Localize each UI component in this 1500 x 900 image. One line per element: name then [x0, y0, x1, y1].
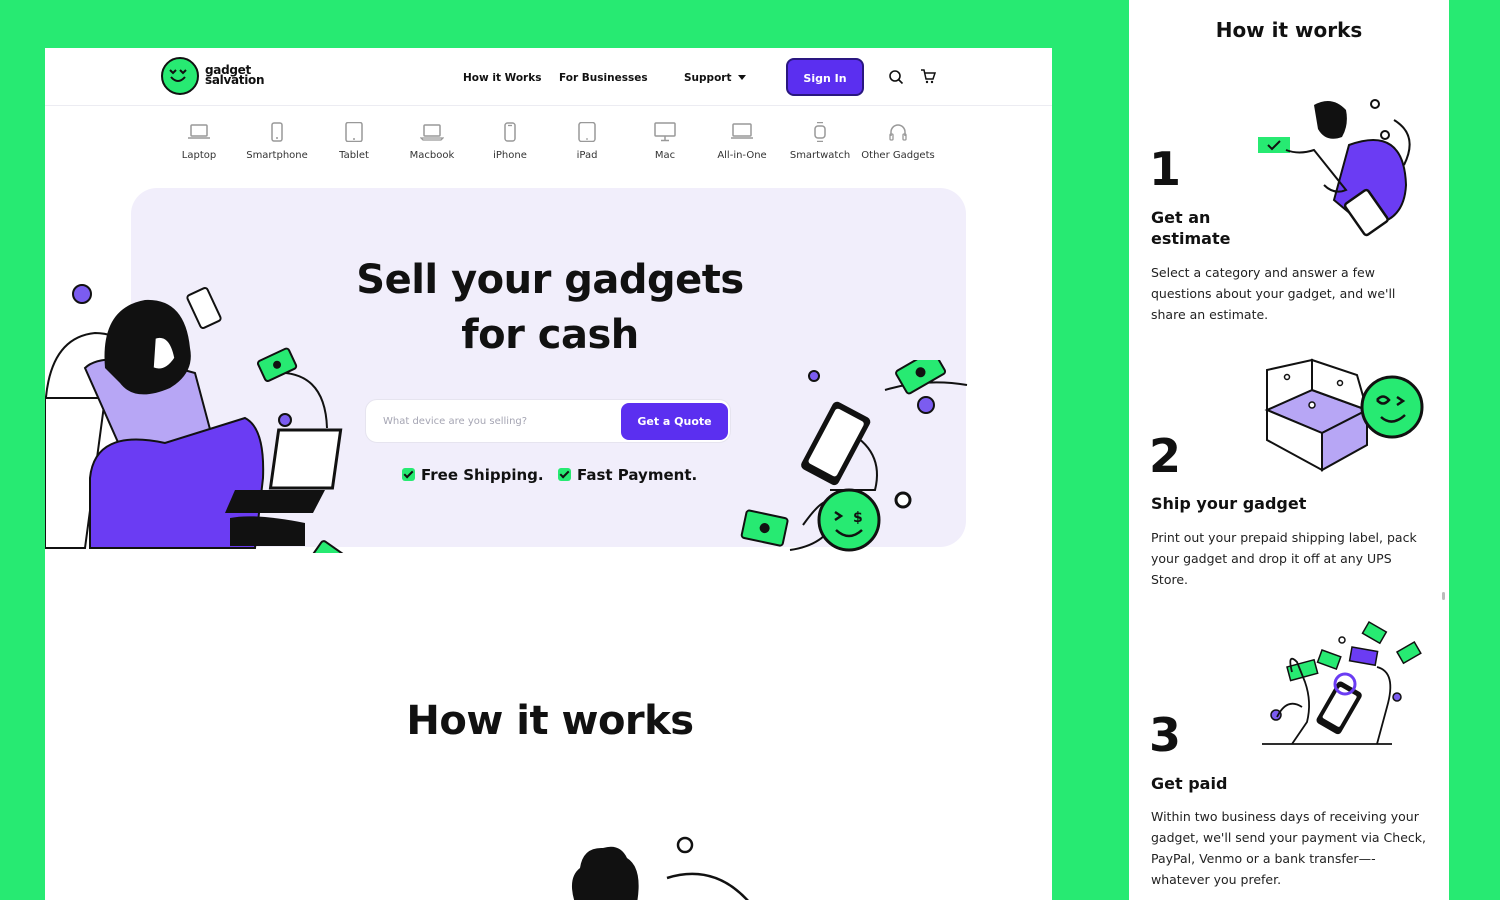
logo-icon[interactable]: [161, 57, 199, 95]
side-scrollbar[interactable]: [1442, 592, 1445, 600]
step-3-number: 3: [1149, 708, 1182, 762]
category-other-gadgets[interactable]: Other Gadgets: [859, 106, 937, 161]
step-2-description: Print out your prepaid shipping label, p…: [1151, 530, 1417, 587]
category-smartphone[interactable]: Smartphone: [238, 106, 316, 161]
category-macbook[interactable]: Macbook: [393, 106, 471, 161]
nav-support[interactable]: Support: [684, 72, 731, 84]
category-label: All-in-One: [717, 150, 767, 161]
ipad-icon: [578, 122, 596, 142]
step-3-description: Within two business days of receiving yo…: [1151, 809, 1426, 887]
category-ipad[interactable]: iPad: [548, 106, 626, 161]
perk-label: Free Shipping.: [421, 466, 544, 484]
device-search-input[interactable]: What device are you selling?: [383, 416, 527, 427]
hero-title-line2: for cash: [461, 312, 639, 358]
category-label: Mac: [654, 150, 676, 161]
estimate-illustration: [1258, 99, 1411, 237]
brand-line2: salvation: [205, 73, 265, 87]
laptop-icon: [188, 124, 210, 139]
hero-title-line1: Sell your gadgets: [356, 257, 744, 303]
category-iphone[interactable]: iPhone: [471, 106, 549, 161]
sign-in-button[interactable]: Sign In: [786, 58, 864, 96]
iphone-icon: [504, 122, 516, 142]
shipping-box-illustration: [1264, 358, 1424, 472]
desktop-page: gadget salvation How it Works For Busine…: [45, 48, 1052, 900]
step-1-number: 1: [1149, 142, 1182, 196]
svg-text:$: $: [853, 510, 863, 526]
category-label: Tablet: [339, 150, 369, 161]
step-2-title: Ship your gadget: [1151, 494, 1307, 513]
category-mac[interactable]: Mac: [626, 106, 704, 161]
cart-icon[interactable]: [920, 68, 936, 84]
category-label: Macbook: [409, 150, 455, 161]
step-1-description: Select a category and answer a few quest…: [1151, 265, 1396, 322]
smartwatch-icon: [814, 122, 826, 142]
perk-free-shipping: Free Shipping.: [402, 466, 544, 484]
step-2-number: 2: [1149, 429, 1182, 483]
get-a-quote-button[interactable]: Get a Quote: [621, 403, 728, 440]
side-title: How it works: [1215, 18, 1363, 42]
category-label: Other Gadgets: [861, 150, 935, 161]
chevron-down-icon[interactable]: [738, 75, 746, 80]
get-paid-illustration: [1262, 620, 1422, 745]
step-1-title-line2: estimate: [1151, 229, 1231, 248]
search-icon[interactable]: [888, 69, 904, 85]
step-1-title-line1: Get an: [1151, 208, 1211, 227]
mac-icon: [654, 122, 676, 142]
top-navbar: gadget salvation How it Works For Busine…: [45, 48, 1052, 106]
category-laptop[interactable]: Laptop: [160, 106, 238, 161]
phone-and-money-illustration: $: [740, 360, 968, 552]
all-in-one-icon: [731, 123, 753, 139]
smartphone-icon: [271, 122, 283, 142]
step-1-title: Get an estimate: [1151, 207, 1230, 249]
hero-title: Sell your gadgets for cash: [295, 253, 805, 363]
category-tablet[interactable]: Tablet: [315, 106, 393, 161]
nav-for-businesses[interactable]: For Businesses: [559, 72, 648, 84]
person-illustration-partial: [571, 836, 749, 900]
perk-fast-payment: Fast Payment.: [558, 466, 697, 484]
category-label: iPhone: [493, 150, 527, 161]
mobile-how-it-works-panel: How it works 1 Get an estimate Select a …: [1129, 0, 1449, 900]
how-it-works-heading: How it works: [406, 698, 694, 744]
macbook-icon: [420, 124, 444, 141]
category-label: Smartwatch: [789, 150, 851, 161]
category-label: Smartphone: [246, 150, 308, 161]
category-label: Laptop: [181, 150, 217, 161]
perk-label: Fast Payment.: [577, 466, 698, 484]
headphones-icon: [889, 124, 907, 141]
category-all-in-one[interactable]: All-in-One: [703, 106, 781, 161]
nav-how-it-works[interactable]: How it Works: [463, 72, 541, 84]
check-icon: [402, 468, 415, 481]
check-icon: [558, 468, 571, 481]
category-label: iPad: [576, 150, 598, 161]
brand-name[interactable]: gadget salvation: [205, 64, 265, 87]
tablet-icon: [345, 122, 363, 142]
category-smartwatch[interactable]: Smartwatch: [781, 106, 859, 161]
step-3-title: Get paid: [1151, 774, 1228, 793]
category-bar: Laptop Smartphone Tablet Macbook iPhone …: [45, 106, 1052, 176]
